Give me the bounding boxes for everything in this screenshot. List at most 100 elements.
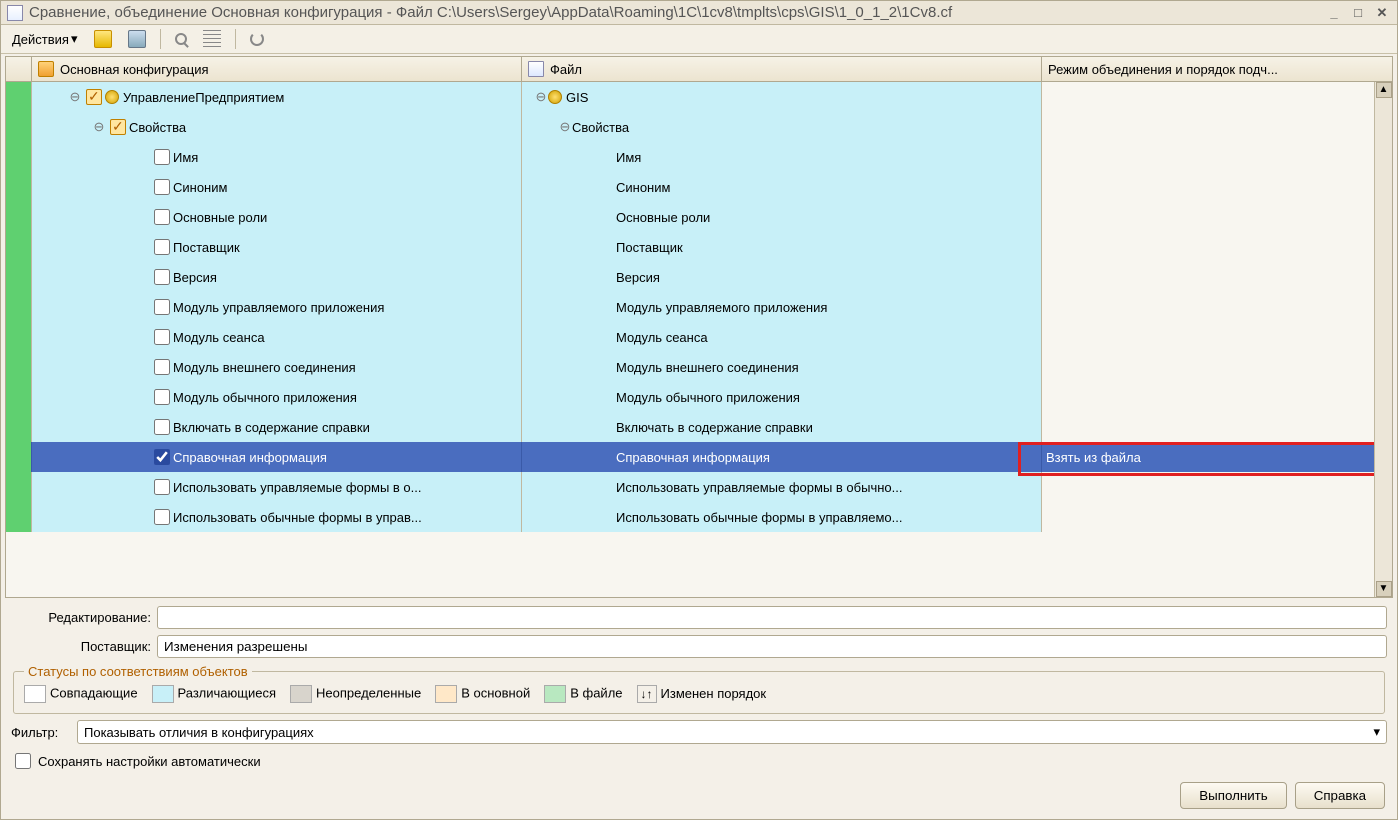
item-checkbox[interactable]	[154, 209, 170, 225]
cell-file[interactable]: Модуль сеанса	[522, 322, 1042, 352]
cell-mode[interactable]	[1042, 412, 1392, 442]
tree-row[interactable]: Справочная информацияСправочная информац…	[6, 442, 1392, 472]
filter-select[interactable]: Показывать отличия в конфигурациях ▾	[77, 720, 1387, 744]
cell-file[interactable]: Синоним	[522, 172, 1042, 202]
col-main[interactable]: Основная конфигурация	[32, 57, 522, 81]
item-checkbox[interactable]	[154, 269, 170, 285]
item-checkbox[interactable]	[154, 359, 170, 375]
cell-main[interactable]: ⊖ Свойства	[32, 112, 522, 142]
tree-row[interactable]: ИмяИмя	[6, 142, 1392, 172]
refresh-button[interactable]	[245, 29, 269, 49]
find-button[interactable]	[170, 30, 192, 48]
cell-file[interactable]: Использовать обычные формы в управляемо.…	[522, 502, 1042, 532]
run-button[interactable]: Выполнить	[1180, 782, 1286, 809]
cell-mode[interactable]	[1042, 502, 1392, 532]
cell-file[interactable]: Основные роли	[522, 202, 1042, 232]
cell-main[interactable]: Синоним	[32, 172, 522, 202]
col-file[interactable]: Файл	[522, 57, 1042, 81]
cell-mode[interactable]	[1042, 112, 1392, 142]
vertical-scrollbar[interactable]: ▲ ▼	[1374, 82, 1392, 597]
save-auto-checkbox[interactable]	[15, 753, 31, 769]
cell-mode[interactable]	[1042, 232, 1392, 262]
item-checkbox[interactable]	[154, 179, 170, 195]
cell-mode[interactable]	[1042, 352, 1392, 382]
maximize-button[interactable]: □	[1349, 5, 1367, 20]
help-button[interactable]: Справка	[1295, 782, 1385, 809]
item-checkbox[interactable]	[154, 509, 170, 525]
cell-file[interactable]: Модуль внешнего соединения	[522, 352, 1042, 382]
close-button[interactable]: ✕	[1373, 5, 1391, 21]
settings-button[interactable]	[275, 27, 303, 51]
cell-mode[interactable]: Взять из файла	[1042, 442, 1392, 472]
cell-mode[interactable]	[1042, 142, 1392, 172]
cell-main[interactable]: Имя	[32, 142, 522, 172]
tree-row[interactable]: Основные ролиОсновные роли	[6, 202, 1392, 232]
editing-field[interactable]	[157, 606, 1387, 629]
collapse-icon[interactable]: ⊖	[68, 89, 82, 105]
scroll-down-button[interactable]: ▼	[1376, 581, 1392, 597]
tree-row[interactable]: ВерсияВерсия	[6, 262, 1392, 292]
cell-file[interactable]: Модуль обычного приложения	[522, 382, 1042, 412]
tree-row[interactable]: Модуль управляемого приложенияМодуль упр…	[6, 292, 1392, 322]
cell-file[interactable]: Справочная информация	[522, 442, 1042, 472]
cell-main[interactable]: Поставщик	[32, 232, 522, 262]
cell-mode[interactable]	[1042, 382, 1392, 412]
tree-row[interactable]: Модуль сеансаМодуль сеанса	[6, 322, 1392, 352]
cell-mode[interactable]	[1042, 322, 1392, 352]
item-checkbox[interactable]	[154, 149, 170, 165]
cell-file[interactable]: Имя	[522, 142, 1042, 172]
cell-file[interactable]: Версия	[522, 262, 1042, 292]
cell-file[interactable]: Модуль управляемого приложения	[522, 292, 1042, 322]
cell-main[interactable]: Использовать обычные формы в управ...	[32, 502, 522, 532]
cell-main[interactable]: Использовать управляемые формы в о...	[32, 472, 522, 502]
minimize-button[interactable]: _	[1325, 5, 1343, 20]
tree-row[interactable]: Включать в содержание справкиВключать в …	[6, 412, 1392, 442]
cell-main[interactable]: Основные роли	[32, 202, 522, 232]
col-mode[interactable]: Режим объединения и порядок подч...	[1042, 57, 1392, 81]
cell-main[interactable]: Включать в содержание справки	[32, 412, 522, 442]
item-checkbox[interactable]	[154, 239, 170, 255]
collapse-icon[interactable]: ⊖	[558, 119, 572, 135]
tree-row[interactable]: Модуль внешнего соединенияМодуль внешнег…	[6, 352, 1392, 382]
cell-main[interactable]: Модуль внешнего соединения	[32, 352, 522, 382]
cell-file[interactable]: Использовать управляемые формы в обычно.…	[522, 472, 1042, 502]
tree-row[interactable]: Использовать обычные формы в управ...Исп…	[6, 502, 1392, 532]
collapse-icon[interactable]: ⊖	[92, 119, 106, 135]
collapse-icon[interactable]: ⊖	[534, 89, 548, 105]
actions-menu[interactable]: Действия ▾	[7, 28, 83, 50]
save-button[interactable]	[123, 27, 151, 51]
cell-file[interactable]: Поставщик	[522, 232, 1042, 262]
item-checkbox[interactable]	[154, 479, 170, 495]
cell-main[interactable]: Версия	[32, 262, 522, 292]
item-checkbox[interactable]	[154, 449, 170, 465]
root-checkbox[interactable]	[86, 89, 102, 105]
tree-row[interactable]: Использовать управляемые формы в о...Исп…	[6, 472, 1392, 502]
item-checkbox[interactable]	[154, 419, 170, 435]
item-checkbox[interactable]	[154, 299, 170, 315]
cell-mode[interactable]	[1042, 202, 1392, 232]
cell-file[interactable]: Включать в содержание справки	[522, 412, 1042, 442]
cell-main[interactable]: Справочная информация	[32, 442, 522, 472]
cell-mode[interactable]	[1042, 472, 1392, 502]
tree-row[interactable]: Модуль обычного приложенияМодуль обычног…	[6, 382, 1392, 412]
cell-mode[interactable]	[1042, 172, 1392, 202]
cell-main[interactable]: Модуль обычного приложения	[32, 382, 522, 412]
cell-file[interactable]: ⊖ GIS	[522, 82, 1042, 112]
tree-row[interactable]: ⊖ Свойства⊖ Свойства	[6, 112, 1392, 142]
vendor-field[interactable]	[157, 635, 1387, 658]
tree-row[interactable]: ПоставщикПоставщик	[6, 232, 1392, 262]
cell-mode[interactable]	[1042, 82, 1392, 112]
scroll-up-button[interactable]: ▲	[1376, 82, 1392, 98]
tree-row[interactable]: ⊖ УправлениеПредприятием⊖ GIS	[6, 82, 1392, 112]
cell-mode[interactable]	[1042, 262, 1392, 292]
item-checkbox[interactable]	[154, 389, 170, 405]
cell-file[interactable]: ⊖ Свойства	[522, 112, 1042, 142]
item-checkbox[interactable]	[154, 329, 170, 345]
tree-row[interactable]: СинонимСиноним	[6, 172, 1392, 202]
cell-mode[interactable]	[1042, 292, 1392, 322]
tree-button[interactable]	[198, 27, 226, 51]
cell-main[interactable]: ⊖ УправлениеПредприятием	[32, 82, 522, 112]
cell-main[interactable]: Модуль управляемого приложения	[32, 292, 522, 322]
props-checkbox[interactable]	[110, 119, 126, 135]
open-button[interactable]	[89, 27, 117, 51]
